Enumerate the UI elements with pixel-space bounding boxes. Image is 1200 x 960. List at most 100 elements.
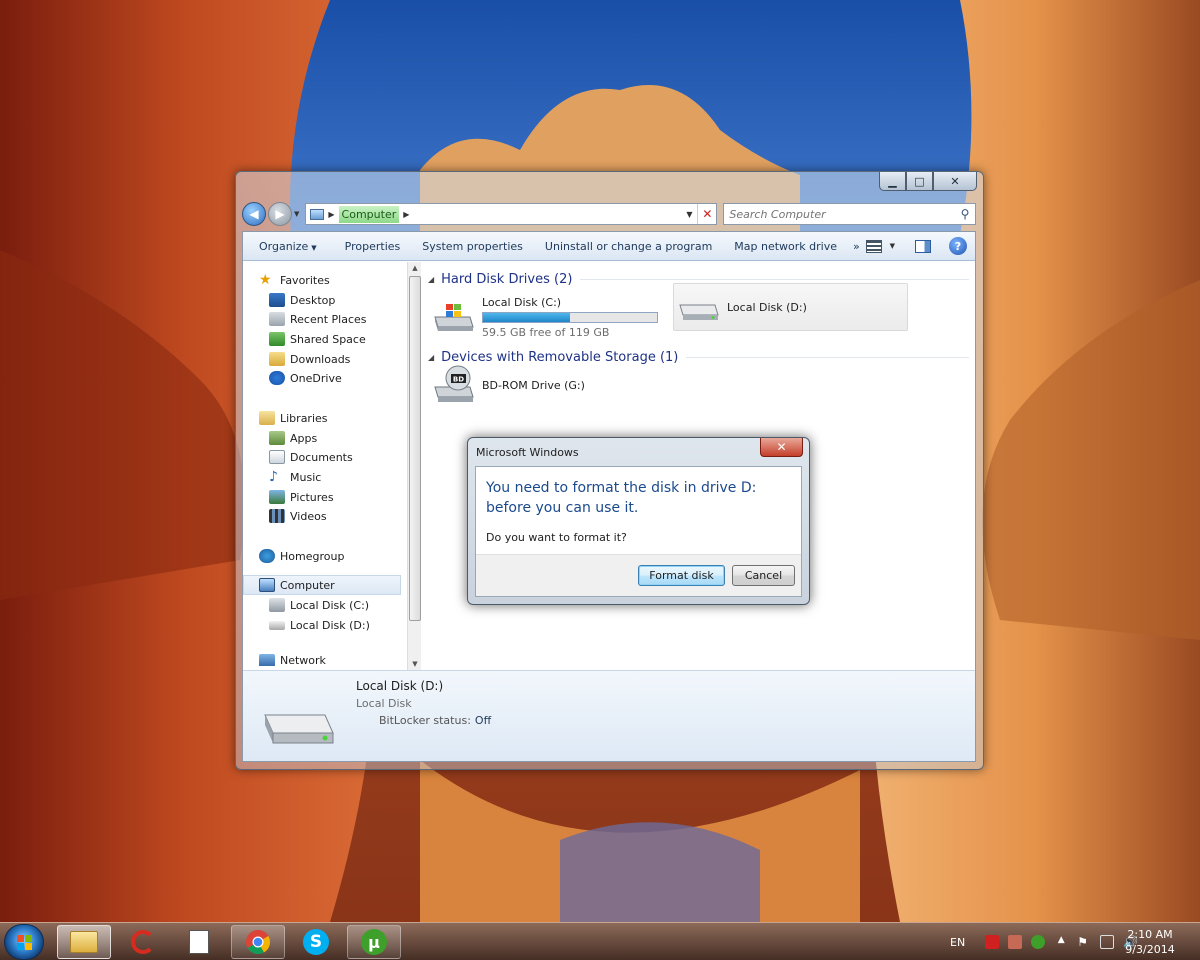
details-pane: Local Disk (D:) Local Disk BitLocker sta…: [243, 670, 975, 761]
drive-tile-c[interactable]: Local Disk (C:) 59.5 GB free of 119 GB: [432, 293, 664, 341]
chevron-down-icon: ▼: [311, 243, 317, 252]
nav-videos[interactable]: Videos: [269, 506, 327, 526]
search-box[interactable]: ⚲: [723, 203, 976, 225]
computer-icon: [259, 578, 275, 592]
action-center-flag-icon[interactable]: ⚑: [1077, 935, 1091, 949]
notification-area: EN ▲ ⚑ 🔊: [950, 923, 1146, 960]
caption-buttons: ▁ □ ✕: [879, 172, 977, 191]
taskbar-ccleaner[interactable]: [116, 925, 170, 959]
nav-libraries[interactable]: Libraries: [259, 408, 328, 428]
computer-icon: [310, 208, 325, 220]
windows-drive-icon: [269, 598, 285, 612]
tray-utorrent-icon[interactable]: [1031, 935, 1046, 949]
taskbar-skype[interactable]: S: [289, 925, 343, 959]
folder-icon: [70, 931, 98, 953]
nav-apps[interactable]: Apps: [269, 428, 317, 448]
recent-places-icon: [269, 312, 285, 326]
taskbar-utorrent[interactable]: µ: [347, 925, 401, 959]
map-network-drive-button[interactable]: Map network drive: [727, 240, 844, 253]
preview-pane-icon[interactable]: [915, 239, 931, 253]
apps-icon: [269, 431, 285, 445]
stop-icon[interactable]: ✕: [697, 204, 716, 224]
breadcrumb-computer[interactable]: Computer: [338, 205, 400, 223]
nav-computer[interactable]: Computer: [243, 575, 401, 595]
properties-button[interactable]: Properties: [338, 240, 408, 253]
clock-date: 9/3/2014: [1125, 943, 1175, 956]
pictures-icon: [269, 490, 285, 504]
language-indicator[interactable]: EN: [950, 936, 965, 949]
command-bar: Organize ▼ Properties System properties U…: [243, 232, 975, 261]
utorrent-icon: µ: [361, 929, 387, 955]
nav-documents[interactable]: Documents: [269, 447, 353, 467]
nav-shared-space[interactable]: Shared Space: [269, 329, 366, 349]
nav-network[interactable]: Network: [259, 654, 326, 666]
drive-tile-d[interactable]: Local Disk (D:): [673, 283, 908, 331]
navigation-pane: ★ Favorites Desktop Recent Places Shared …: [243, 262, 407, 672]
format-disk-dialog: Microsoft Windows ✕ You need to format t…: [467, 437, 810, 605]
nav-homegroup[interactable]: Homegroup: [259, 546, 344, 566]
drive-icon: [264, 714, 334, 744]
cancel-button[interactable]: Cancel: [732, 565, 795, 586]
downloads-folder-icon: [269, 352, 285, 366]
bitlocker-status-value: Off: [474, 714, 492, 727]
drive-tile-bd[interactable]: BD BD-ROM Drive (G:): [432, 361, 632, 409]
more-commands-button[interactable]: »: [846, 240, 867, 253]
bd-rom-drive-icon: BD: [434, 365, 474, 402]
network-icon[interactable]: [1100, 935, 1115, 949]
chevron-right-icon[interactable]: ▶: [403, 210, 409, 219]
change-view-icon[interactable]: [865, 239, 882, 253]
scrollbar-thumb[interactable]: [409, 276, 421, 621]
dialog-body: You need to format the disk in drive D: …: [475, 466, 802, 597]
show-hidden-icons[interactable]: ▲: [1054, 935, 1068, 949]
onedrive-cloud-icon: [269, 371, 285, 385]
back-button[interactable]: ◀: [242, 202, 266, 226]
taskbar-chrome[interactable]: [231, 925, 285, 959]
search-icon[interactable]: ⚲: [955, 207, 975, 221]
address-dropdown-icon[interactable]: ▼: [681, 210, 697, 219]
chevron-right-icon[interactable]: ▶: [328, 210, 334, 219]
chrome-icon: [246, 930, 271, 955]
system-clock[interactable]: 2:10 AM 9/3/2014: [1122, 927, 1178, 957]
view-dropdown-icon[interactable]: ▼: [890, 242, 895, 250]
bd-badge: BD: [453, 376, 464, 384]
nav-desktop[interactable]: Desktop: [269, 290, 335, 310]
recent-pages-dropdown-icon[interactable]: ▼: [294, 210, 299, 218]
format-disk-button[interactable]: Format disk: [638, 565, 725, 586]
maximize-button[interactable]: □: [906, 172, 933, 191]
nav-recent-places[interactable]: Recent Places: [269, 309, 367, 329]
close-button[interactable]: ✕: [933, 172, 977, 191]
help-icon[interactable]: ?: [949, 237, 967, 255]
search-input[interactable]: [724, 207, 955, 221]
nav-music[interactable]: ♪ Music: [269, 467, 321, 487]
scroll-up-icon[interactable]: ▲: [408, 264, 422, 276]
tray-app-icon[interactable]: [1008, 935, 1023, 949]
windows-logo-icon: [17, 935, 32, 950]
forward-button[interactable]: ▶: [268, 202, 292, 226]
navigation-scrollbar[interactable]: ▲ ▼: [407, 262, 421, 672]
drive-icon: [269, 620, 285, 630]
start-button[interactable]: [4, 924, 44, 960]
nav-local-disk-d[interactable]: Local Disk (D:): [269, 615, 370, 635]
details-item-name: Local Disk (D:): [356, 679, 444, 693]
nav-downloads[interactable]: Downloads: [269, 349, 350, 369]
nav-onedrive[interactable]: OneDrive: [269, 368, 342, 388]
uninstall-program-button[interactable]: Uninstall or change a program: [538, 240, 719, 253]
system-properties-button[interactable]: System properties: [415, 240, 530, 253]
address-bar[interactable]: ▶ Computer ▶ ▼ ✕: [305, 203, 718, 225]
drive-c-usage-fill: [483, 312, 570, 322]
nav-local-disk-c[interactable]: Local Disk (C:): [269, 595, 369, 615]
taskbar-explorer[interactable]: [57, 925, 111, 959]
tray-app-icon[interactable]: [985, 935, 1000, 949]
minimize-button[interactable]: ▁: [879, 172, 906, 191]
organize-menu[interactable]: Organize ▼: [252, 240, 324, 253]
dialog-close-button[interactable]: ✕: [760, 438, 803, 457]
windows-drive-icon: [434, 304, 474, 331]
taskbar-notepad[interactable]: [172, 925, 226, 959]
collapse-triangle-icon[interactable]: ◢: [428, 275, 434, 284]
nav-favorites[interactable]: ★ Favorites: [259, 270, 330, 290]
dialog-button-row: Format disk Cancel: [476, 554, 801, 596]
taskbar: S µ EN ▲ ⚑ 🔊 2:10 AM 9/3/2014: [0, 922, 1200, 960]
music-note-icon: ♪: [269, 469, 278, 485]
drive-d-name: Local Disk (D:): [727, 300, 807, 314]
nav-pictures[interactable]: Pictures: [269, 487, 334, 507]
